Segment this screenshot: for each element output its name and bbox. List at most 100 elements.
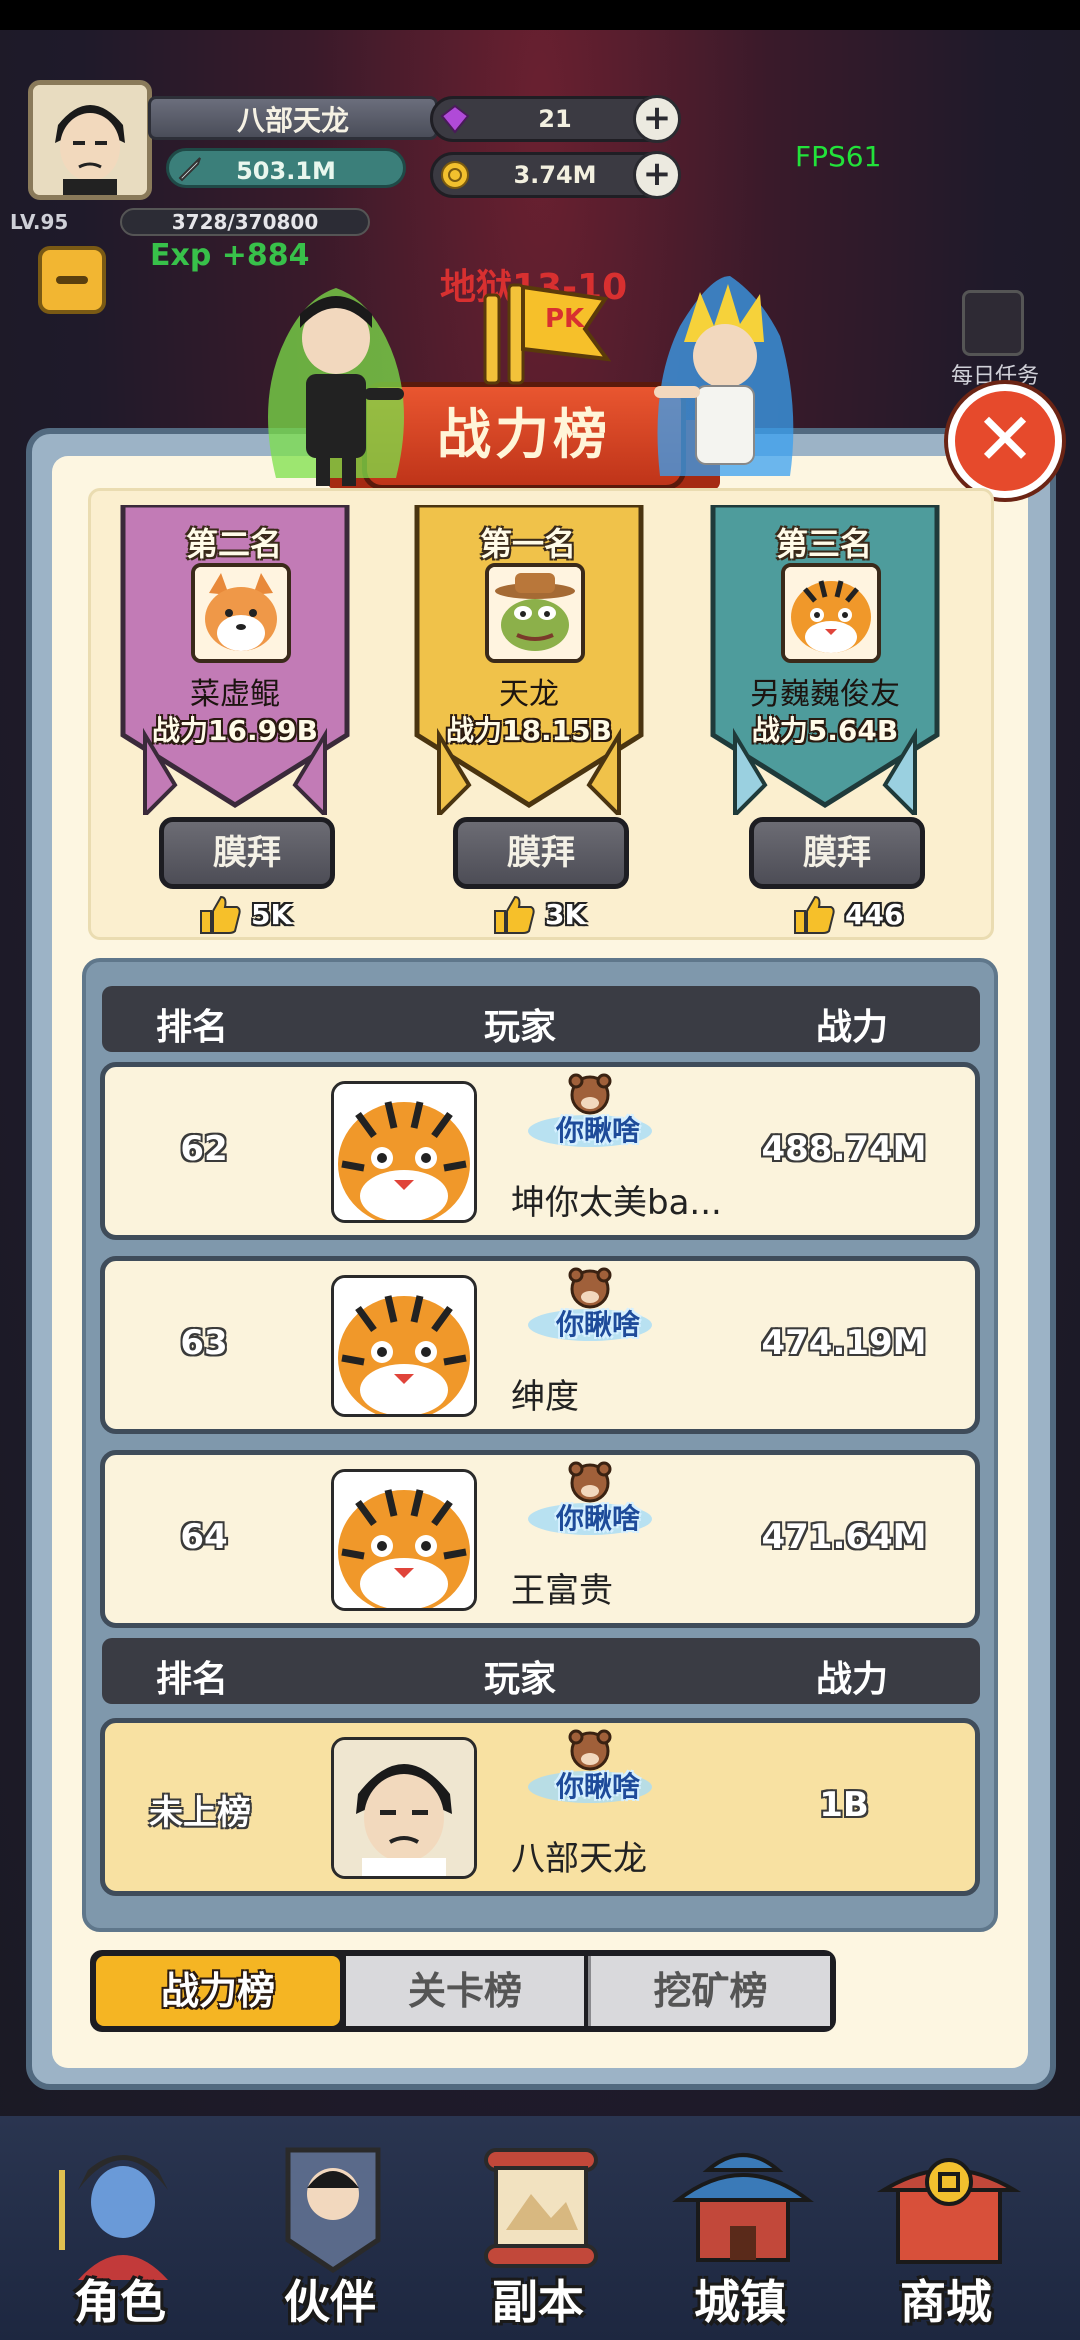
nav-label: 城镇 (694, 2275, 786, 2329)
header-power: 战力 (816, 1659, 889, 1700)
add-gems-button[interactable]: + (633, 95, 681, 143)
shop-icon (876, 2158, 1022, 2264)
podium-third[interactable]: 第三名 另巍巍俊友 战力5.64B (710, 505, 940, 815)
tab-power-ranking[interactable]: 战力榜 (96, 1956, 340, 2026)
podium-name: 菜虚鲲 (190, 677, 280, 712)
bottom-navigation: 角色 伙伴 副本 城镇 商城 (0, 2116, 1080, 2340)
add-coins-button[interactable]: + (633, 151, 681, 199)
thumbs-up-icon (494, 895, 535, 934)
player-avatar[interactable] (28, 80, 152, 200)
player-card[interactable]: 八部天龙 503.1M (28, 80, 438, 200)
exp-gain-text: Exp +884 (150, 238, 310, 273)
podium-rank-label: 第一名 (479, 525, 576, 563)
svg-text:PK: PK (545, 304, 585, 334)
like-count-third: 446 (845, 898, 904, 931)
top-three-podium: 第二名 菜虚鲲 战力16.99B 第一名 天龙 战力18.15B 第三名 另巍巍… (88, 488, 994, 940)
daily-task-icon[interactable] (962, 290, 1024, 356)
fps-counter: FPS61 (795, 140, 882, 173)
title-badge-text: 你瞅啥 (555, 1308, 640, 1341)
tiger-avatar (331, 1275, 477, 1417)
close-button[interactable]: ✕ (948, 384, 1062, 498)
header-rank: 排名 (156, 1659, 229, 1700)
nav-label: 伙伴 (284, 2275, 376, 2329)
table-row[interactable]: 62 你瞅啥 坤你太美ba... 488.74M (100, 1062, 980, 1240)
thumbs-up-icon (794, 895, 835, 934)
podium-rank-label: 第三名 (775, 525, 872, 563)
player-level: LV.95 (10, 210, 69, 234)
nav-partner[interactable]: 伙伴 (240, 2130, 420, 2336)
row-player-name: 坤你太美ba... (511, 1183, 722, 1223)
header-rank: 排名 (156, 1007, 229, 1048)
header-player: 玩家 (484, 1007, 557, 1048)
row-rank: 未上榜 (149, 1793, 251, 1833)
podium-power: 战力16.99B (152, 714, 318, 747)
frog-cowboy-avatar (485, 563, 585, 663)
like-count-first: 3K (545, 898, 587, 931)
nav-dungeon[interactable]: 副本 (448, 2130, 628, 2336)
table-row[interactable]: 64 你瞅啥 王富贵 471.64M (100, 1450, 980, 1628)
worship-button-first[interactable]: 膜拜 (453, 817, 629, 889)
header-power: 战力 (816, 1007, 889, 1048)
title-badge-text: 你瞅啥 (555, 1114, 640, 1147)
podium-first[interactable]: 第一名 天龙 战力18.15B (414, 505, 644, 815)
tiger-avatar (781, 563, 881, 663)
left-character-icon (268, 288, 404, 486)
row-player-name: 绅度 (511, 1377, 579, 1417)
title-badge-text: 你瞅啥 (555, 1770, 640, 1803)
row-power: 488.74M (761, 1129, 927, 1169)
right-character-icon (654, 276, 794, 476)
nav-label: 商城 (900, 2275, 992, 2329)
pk-flag-icon: PK (483, 283, 612, 385)
player-name: 八部天龙 (148, 96, 438, 140)
gem-count: 21 (538, 105, 572, 133)
row-player-name: 王富贵 (511, 1571, 613, 1611)
my-rank-header: 排名 玩家 战力 (102, 1638, 980, 1704)
thumbs-up-icon (200, 895, 241, 934)
podium-name: 天龙 (499, 677, 559, 712)
nav-town[interactable]: 城镇 (650, 2130, 830, 2336)
dungeon-scroll-icon (484, 2148, 598, 2268)
gem-icon (440, 104, 470, 134)
podium-second[interactable]: 第二名 菜虚鲲 战力16.99B (120, 505, 350, 815)
gem-counter: 21 + (430, 95, 681, 143)
table-header: 排名 玩家 战力 (102, 986, 980, 1052)
my-rank-row[interactable]: 未上榜 你瞅啥 八部天龙 1B (100, 1718, 980, 1896)
row-power: 471.64M (761, 1517, 927, 1557)
worship-button-second[interactable]: 膜拜 (159, 817, 335, 889)
like-count-second: 5K (251, 898, 293, 931)
sword-icon (178, 157, 201, 182)
coin-count: 3.74M (513, 161, 597, 189)
coin-icon (441, 161, 469, 189)
worship-button-third[interactable]: 膜拜 (749, 817, 925, 889)
partner-icon (285, 2147, 381, 2274)
row-player-name: 八部天龙 (511, 1839, 647, 1879)
leaderboard-tabs: 战力榜 关卡榜 挖矿榜 (90, 1950, 836, 2032)
header-player: 玩家 (484, 1659, 557, 1700)
nav-shop[interactable]: 商城 (856, 2130, 1036, 2336)
podium-power: 战力5.64B (751, 714, 899, 747)
tab-mining-ranking[interactable]: 挖矿榜 (588, 1956, 830, 2026)
status-bar (0, 0, 1080, 30)
menu-toggle-button[interactable] (38, 246, 106, 314)
character-icon (59, 2155, 168, 2280)
podium-rank-label: 第二名 (185, 525, 282, 563)
row-rank: 63 (180, 1323, 228, 1363)
row-rank: 64 (180, 1517, 228, 1557)
nav-label: 角色 (74, 2275, 166, 2329)
player-avatar (331, 1737, 477, 1879)
tiger-avatar (331, 1469, 477, 1611)
title-badge-text: 你瞅啥 (555, 1502, 640, 1535)
tab-stage-ranking[interactable]: 关卡榜 (346, 1956, 584, 2026)
exp-bar: 3728/370800 (120, 208, 370, 236)
podium-power: 战力18.15B (446, 714, 612, 747)
tiger-avatar (331, 1081, 477, 1223)
town-icon (672, 2153, 814, 2262)
nav-character[interactable]: 角色 (30, 2130, 210, 2336)
coin-counter: 3.74M + (430, 151, 681, 199)
table-row[interactable]: 63 你瞅啥 绅度 474.19M (100, 1256, 980, 1434)
row-power: 474.19M (761, 1323, 927, 1363)
row-power: 1B (819, 1785, 869, 1825)
shiba-dog-avatar (191, 563, 291, 663)
nav-label: 副本 (492, 2275, 584, 2329)
podium-name: 另巍巍俊友 (750, 677, 900, 712)
